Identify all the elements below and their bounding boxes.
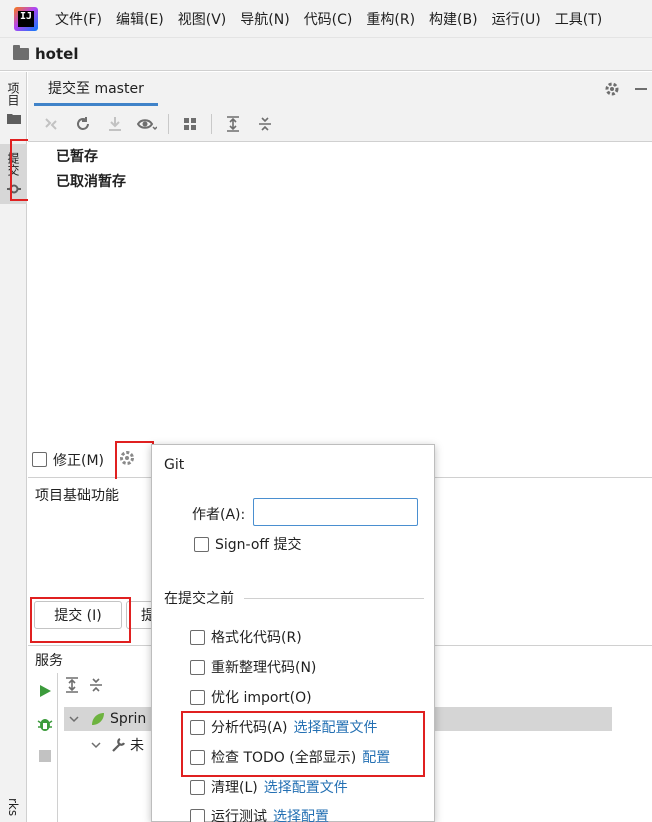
signoff-label: Sign-off 提交 xyxy=(215,537,302,553)
tree-row-spring-label: Sprin xyxy=(110,711,147,727)
author-label: 作者(A): xyxy=(192,507,246,523)
option-analyze-code[interactable]: 分析代码(A) 选择配置文件 xyxy=(190,716,378,738)
changes-tree: 已暂存 已取消暂存 xyxy=(28,142,652,442)
project-name[interactable]: hotel xyxy=(35,45,78,63)
option-cleanup-checkbox[interactable] xyxy=(190,779,205,795)
toolbar-separator xyxy=(211,113,212,134)
folder-icon xyxy=(6,114,21,124)
option-cleanup-label: 清理(L) xyxy=(211,780,258,796)
menu-run[interactable]: 运行(U) xyxy=(485,9,548,29)
tab-project-label: 项目 xyxy=(6,82,20,106)
menu-refactor[interactable]: 重构(R) xyxy=(359,9,422,29)
option-run-tests-label: 运行测试 xyxy=(211,809,267,822)
option-check-todo-link[interactable]: 配置 xyxy=(362,747,390,767)
debug-icon[interactable] xyxy=(37,716,53,732)
option-run-tests-link[interactable]: 选择配置 xyxy=(273,806,329,822)
before-commit-title: 在提交之前 xyxy=(164,591,234,607)
collapse-all-icon[interactable] xyxy=(250,110,280,138)
option-rearrange-checkbox[interactable] xyxy=(190,659,205,675)
commit-toolwindow-header: 提交至 master xyxy=(28,72,652,106)
amend-checkbox[interactable] xyxy=(32,452,47,467)
tab-commit[interactable]: 提交 xyxy=(0,144,27,204)
menu-tools[interactable]: 工具(T) xyxy=(548,9,609,29)
services-title: 服务 xyxy=(35,652,63,669)
stashed-node[interactable]: 已暂存 xyxy=(56,146,98,166)
commit-message-text: 项目基础功能 xyxy=(35,488,119,504)
option-reformat-checkbox[interactable] xyxy=(190,629,205,645)
option-check-todo[interactable]: 检查 TODO (全部显示) 配置 xyxy=(190,746,390,768)
signoff-checkbox[interactable] xyxy=(194,536,209,552)
eye-icon[interactable] xyxy=(132,110,162,138)
git-section-title: Git xyxy=(164,457,185,473)
option-optimize-imports[interactable]: 优化 import(O) xyxy=(190,686,312,708)
option-cleanup[interactable]: 清理(L) 选择配置文件 xyxy=(190,776,348,798)
intellij-logo-icon: IJ xyxy=(14,6,38,31)
menu-bar: IJ 文件(F) 编辑(E) 视图(V) 导航(N) 代码(C) 重构(R) 构… xyxy=(0,0,652,37)
merge-icon[interactable] xyxy=(36,110,66,138)
option-analyze-code-link[interactable]: 选择配置文件 xyxy=(294,717,378,737)
menu-view[interactable]: 视图(V) xyxy=(171,9,234,29)
chevron-down-icon[interactable] xyxy=(68,713,80,725)
option-analyze-code-label: 分析代码(A) xyxy=(211,720,288,736)
signoff-row[interactable]: Sign-off 提交 xyxy=(194,533,302,555)
menu-code[interactable]: 代码(C) xyxy=(297,9,360,29)
tab-commit-to-master-label: 提交至 master xyxy=(48,80,144,97)
run-icon[interactable] xyxy=(38,684,52,698)
tab-commit-to-master[interactable]: 提交至 master xyxy=(34,72,158,106)
wrench-icon xyxy=(112,738,125,752)
unstashed-node[interactable]: 已取消暂存 xyxy=(56,171,126,191)
commit-toolbar xyxy=(28,106,652,142)
menu-navigate[interactable]: 导航(N) xyxy=(233,9,296,29)
option-reformat-label: 格式化代码(R) xyxy=(211,630,302,646)
commit-button[interactable]: 提交 (I) xyxy=(34,601,122,629)
option-run-tests-checkbox[interactable] xyxy=(190,808,205,822)
author-input-value xyxy=(254,504,260,520)
git-section: Git xyxy=(164,457,184,473)
menu-build[interactable]: 构建(B) xyxy=(422,9,485,29)
minus-icon[interactable] xyxy=(634,82,648,96)
group-icon[interactable] xyxy=(175,110,205,138)
spring-icon xyxy=(92,713,104,725)
chevron-down-icon[interactable] xyxy=(90,739,102,751)
commit-options-gear-icon[interactable] xyxy=(118,449,136,471)
option-run-tests[interactable]: 运行测试 选择配置 xyxy=(190,805,329,822)
tab-commit-label: 提交 xyxy=(6,152,20,176)
services-actions xyxy=(28,673,58,822)
before-commit-section: 在提交之前 xyxy=(164,588,424,608)
toolbar-separator xyxy=(168,113,169,134)
option-reformat[interactable]: 格式化代码(R) xyxy=(190,626,302,648)
option-cleanup-link[interactable]: 选择配置文件 xyxy=(264,777,348,797)
option-analyze-code-checkbox[interactable] xyxy=(190,719,205,735)
menu-edit[interactable]: 编辑(E) xyxy=(109,9,171,29)
option-check-todo-label: 检查 TODO (全部显示) xyxy=(211,750,357,766)
download-icon[interactable] xyxy=(100,110,130,138)
author-input[interactable] xyxy=(253,498,418,526)
breadcrumb: hotel xyxy=(0,37,652,71)
option-rearrange-label: 重新整理代码(N) xyxy=(211,660,317,676)
folder-icon xyxy=(13,45,29,60)
option-optimize-imports-checkbox[interactable] xyxy=(190,689,205,705)
stop-icon[interactable] xyxy=(39,750,51,762)
option-rearrange[interactable]: 重新整理代码(N) xyxy=(190,656,316,678)
refresh-icon[interactable] xyxy=(68,110,98,138)
option-check-todo-checkbox[interactable] xyxy=(190,749,205,765)
expand-all-icon[interactable] xyxy=(218,110,248,138)
gear-icon[interactable] xyxy=(604,81,620,97)
tab-project[interactable]: 项目 xyxy=(0,82,27,124)
tab-bookmarks-label[interactable]: rks xyxy=(6,798,20,816)
menu-file[interactable]: 文件(F) xyxy=(48,9,109,29)
amend-label: 修正(M) xyxy=(53,452,105,469)
commit-options-popup: Git 作者(A): Sign-off 提交 在提交之前 格式化代码(R) 重新… xyxy=(151,444,435,822)
tree-row-unstarted-label: 未 xyxy=(130,738,144,754)
left-tool-stripe: 项目 提交 rks xyxy=(0,72,27,822)
option-optimize-imports-label: 优化 import(O) xyxy=(211,690,312,706)
commit-icon xyxy=(6,184,21,194)
